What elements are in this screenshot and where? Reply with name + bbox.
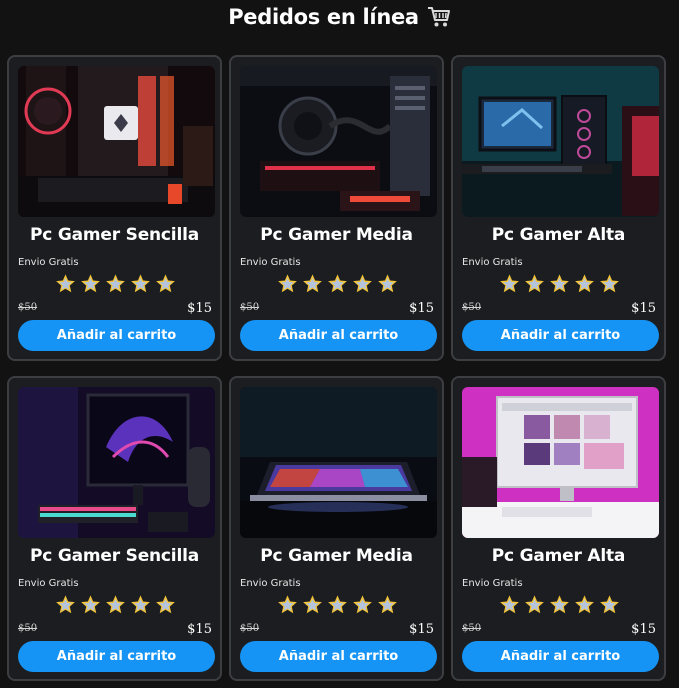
shipping-label: Envio Gratis — [240, 578, 301, 589]
star-icon — [378, 595, 397, 614]
add-to-cart-button[interactable]: Añadir al carrito — [18, 641, 215, 672]
star-icon — [106, 274, 125, 293]
star-icon — [500, 595, 519, 614]
star-icon — [525, 274, 544, 293]
old-price: $50 — [240, 623, 260, 634]
old-price: $50 — [18, 623, 38, 634]
shopping-cart-icon — [427, 6, 451, 28]
star-icon — [303, 595, 322, 614]
star-icon — [56, 274, 75, 293]
product-image-desk-setup-teal[interactable] — [462, 66, 659, 217]
price: $15 — [631, 301, 656, 316]
add-to-cart-button[interactable]: Añadir al carrito — [462, 320, 659, 351]
star-icon — [550, 274, 569, 293]
product-card: Pc Gamer Alta Envio Gratis $50 $15 Añadi… — [451, 376, 666, 681]
star-icon — [550, 595, 569, 614]
star-icon — [131, 595, 150, 614]
star-icon — [81, 274, 100, 293]
rating-stars — [277, 273, 398, 294]
price: $15 — [187, 622, 212, 637]
star-icon — [328, 595, 347, 614]
star-icon — [156, 274, 175, 293]
product-title: Pc Gamer Alta — [491, 546, 626, 566]
star-icon — [500, 274, 519, 293]
old-price: $50 — [18, 302, 38, 313]
star-icon — [575, 274, 594, 293]
add-to-cart-button[interactable]: Añadir al carrito — [240, 641, 437, 672]
price: $15 — [409, 622, 434, 637]
old-price: $50 — [462, 623, 482, 634]
rating-stars — [277, 594, 398, 615]
page-title: Pedidos en línea — [228, 5, 419, 29]
add-to-cart-button[interactable]: Añadir al carrito — [18, 320, 215, 351]
star-icon — [353, 595, 372, 614]
product-card: Pc Gamer Sencilla Envio Gratis $50 $15 A… — [7, 376, 222, 681]
shipping-label: Envio Gratis — [18, 257, 79, 268]
star-icon — [378, 274, 397, 293]
star-icon — [525, 595, 544, 614]
product-card: Pc Gamer Alta Envio Gratis $50 $15 Añadi… — [451, 55, 666, 361]
star-icon — [106, 595, 125, 614]
product-card: Pc Gamer Media Envio Gratis $50 $15 Añad… — [229, 55, 444, 361]
shipping-label: Envio Gratis — [462, 257, 523, 268]
product-image-gaming-pc-interior[interactable] — [18, 66, 215, 217]
star-icon — [353, 274, 372, 293]
product-image-imac-pink-neon[interactable] — [462, 387, 659, 538]
star-icon — [303, 274, 322, 293]
product-image-rog-monitor-purple[interactable] — [18, 387, 215, 538]
header: Pedidos en línea — [0, 0, 679, 34]
product-title: Pc Gamer Media — [260, 225, 413, 245]
star-icon — [56, 595, 75, 614]
product-title: Pc Gamer Alta — [491, 225, 626, 245]
old-price: $50 — [462, 302, 482, 313]
rating-stars — [499, 594, 620, 615]
shipping-label: Envio Gratis — [18, 578, 79, 589]
price: $15 — [187, 301, 212, 316]
page: Pedidos en línea Pc Gamer Sencilla Envio… — [0, 0, 679, 688]
price: $15 — [409, 301, 434, 316]
star-icon — [81, 595, 100, 614]
rating-stars — [55, 594, 176, 615]
product-card: Pc Gamer Media Envio Gratis $50 $15 Añad… — [229, 376, 444, 681]
product-title: Pc Gamer Sencilla — [30, 225, 199, 245]
product-title: Pc Gamer Media — [260, 546, 413, 566]
star-icon — [278, 274, 297, 293]
rating-stars — [499, 273, 620, 294]
product-grid: Pc Gamer Sencilla Envio Gratis $50 $15 A… — [7, 55, 666, 681]
star-icon — [575, 595, 594, 614]
price: $15 — [631, 622, 656, 637]
star-icon — [131, 274, 150, 293]
star-icon — [600, 595, 619, 614]
product-card: Pc Gamer Sencilla Envio Gratis $50 $15 A… — [7, 55, 222, 361]
product-image-pc-case-liquid-cooler[interactable] — [240, 66, 437, 217]
add-to-cart-button[interactable]: Añadir al carrito — [240, 320, 437, 351]
product-image-laptop-rainbow[interactable] — [240, 387, 437, 538]
shipping-label: Envio Gratis — [240, 257, 301, 268]
rating-stars — [55, 273, 176, 294]
star-icon — [328, 274, 347, 293]
product-title: Pc Gamer Sencilla — [30, 546, 199, 566]
star-icon — [278, 595, 297, 614]
shipping-label: Envio Gratis — [462, 578, 523, 589]
add-to-cart-button[interactable]: Añadir al carrito — [462, 641, 659, 672]
star-icon — [600, 274, 619, 293]
star-icon — [156, 595, 175, 614]
old-price: $50 — [240, 302, 260, 313]
